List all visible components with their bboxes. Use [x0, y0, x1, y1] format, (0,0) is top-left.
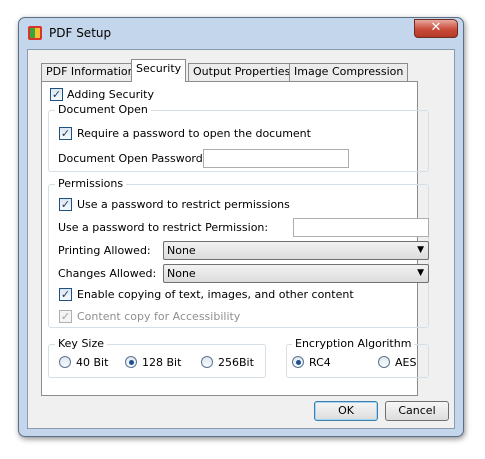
pdf-app-icon [28, 26, 42, 40]
restrict-permission-label: Use a password to restrict Permission: [58, 221, 269, 234]
window-title: PDF Setup [49, 26, 112, 40]
encryption-algorithm-group-label: Encryption Algorithm [292, 337, 415, 350]
restrict-permission-password-field[interactable] [293, 218, 429, 237]
title-bar[interactable]: PDF Setup ✕ [19, 18, 463, 48]
key-size-256-label: 256Bit [218, 356, 254, 369]
encryption-rc4-label: RC4 [309, 356, 331, 369]
dialog-client-area: PDF Information Security Output Properti… [27, 49, 455, 429]
require-password-checkbox[interactable]: ✓ [59, 127, 72, 140]
key-size-128-label: 128 Bit [142, 356, 182, 369]
key-size-40-radio[interactable] [59, 356, 71, 368]
changes-allowed-label: Changes Allowed: [58, 267, 157, 280]
dropdown-arrow-icon: ▼ [417, 268, 424, 278]
pdf-setup-dialog: PDF Setup ✕ PDF Information Security Out… [18, 17, 464, 437]
tab-pdf-information[interactable]: PDF Information [41, 63, 140, 81]
enable-copying-checkbox[interactable]: ✓ [59, 288, 72, 301]
content-copy-accessibility-label: Content copy for Accessibility [77, 310, 241, 323]
require-password-label: Require a password to open the document [77, 127, 311, 140]
encryption-aes-label: AES [395, 356, 417, 369]
dropdown-arrow-icon: ▼ [417, 245, 424, 255]
key-size-256-radio[interactable] [201, 356, 213, 368]
tab-image-compression[interactable]: Image Compression [289, 63, 409, 81]
document-open-password-field[interactable] [203, 149, 349, 168]
changes-allowed-select[interactable]: None ▼ [163, 264, 429, 283]
printing-allowed-value: None [167, 244, 196, 257]
enable-copying-label: Enable copying of text, images, and othe… [77, 288, 354, 301]
document-open-password-label: Document Open Password: [58, 152, 207, 165]
printing-allowed-select[interactable]: None ▼ [163, 241, 429, 260]
key-size-128-radio[interactable] [125, 356, 137, 368]
tab-output-properties[interactable]: Output Properties [188, 63, 296, 81]
security-tab-panel: ✓ Adding Security Document Open ✓ Requir… [41, 81, 429, 396]
printing-allowed-label: Printing Allowed: [58, 244, 151, 257]
close-button[interactable]: ✕ [414, 19, 458, 38]
document-open-group-label: Document Open [55, 103, 151, 116]
encryption-aes-radio[interactable] [378, 356, 390, 368]
encryption-rc4-radio[interactable] [292, 356, 304, 368]
tab-security[interactable]: Security [131, 59, 187, 82]
content-copy-accessibility-checkbox: ✓ [59, 310, 72, 323]
use-password-permissions-checkbox[interactable]: ✓ [59, 198, 72, 211]
ok-button[interactable]: OK [314, 401, 378, 421]
adding-security-label: Adding Security [67, 88, 154, 101]
changes-allowed-value: None [167, 267, 196, 280]
use-password-permissions-label: Use a password to restrict permissions [77, 198, 290, 211]
cancel-button[interactable]: Cancel [385, 401, 449, 421]
adding-security-checkbox[interactable]: ✓ [50, 88, 63, 101]
key-size-40-label: 40 Bit [76, 356, 109, 369]
permissions-group-label: Permissions [55, 177, 127, 190]
key-size-group-label: Key Size [55, 337, 108, 350]
